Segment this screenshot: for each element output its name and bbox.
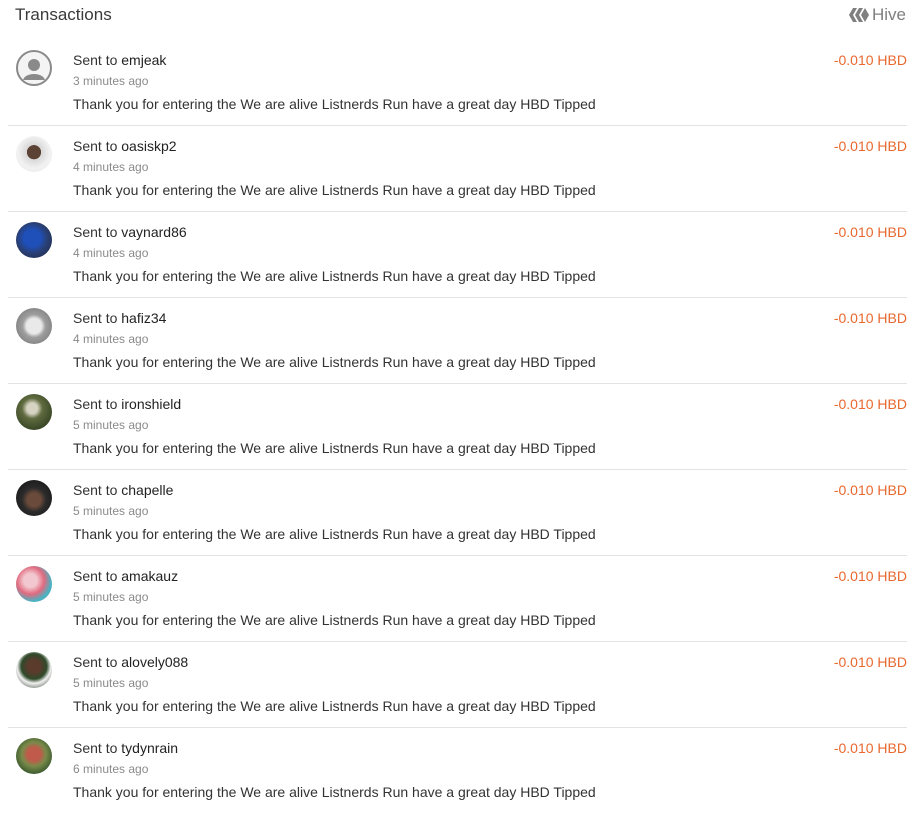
amount: -0.010 HBD bbox=[833, 52, 907, 68]
transactions-header: Transactions Hive bbox=[0, 0, 919, 32]
brand-label: Hive bbox=[871, 5, 906, 24]
memo: Thank you for entering the We are alive … bbox=[73, 784, 596, 800]
prefix: Sent to bbox=[73, 654, 118, 670]
amount: -0.010 HBD bbox=[833, 138, 907, 154]
amount: -0.010 HBD bbox=[833, 224, 907, 240]
amount: -0.010 HBD bbox=[833, 482, 907, 498]
recipient-link[interactable]: tydynrain bbox=[121, 740, 178, 756]
amount: -0.010 HBD bbox=[833, 654, 907, 670]
transaction-title: Sent to vaynard86 bbox=[73, 224, 187, 240]
recipient-link[interactable]: vaynard86 bbox=[121, 224, 186, 240]
transaction-row[interactable]: Sent to chapelle 5 minutes ago Thank you… bbox=[8, 470, 907, 556]
amount: -0.010 HBD bbox=[833, 396, 907, 412]
timestamp: 5 minutes ago bbox=[73, 418, 149, 432]
amount: -0.010 HBD bbox=[833, 740, 907, 756]
page-title: Transactions bbox=[15, 5, 112, 24]
memo: Thank you for entering the We are alive … bbox=[73, 182, 596, 198]
transaction-title: Sent to tydynrain bbox=[73, 740, 178, 756]
recipient-link[interactable]: amakauz bbox=[121, 568, 178, 584]
recipient-link[interactable]: alovely088 bbox=[121, 654, 188, 670]
transaction-row[interactable]: Sent to hafiz34 4 minutes ago Thank you … bbox=[8, 298, 907, 384]
timestamp: 4 minutes ago bbox=[73, 332, 149, 346]
prefix: Sent to bbox=[73, 52, 118, 68]
avatar[interactable] bbox=[16, 652, 52, 688]
amount: -0.010 HBD bbox=[833, 310, 907, 326]
prefix: Sent to bbox=[73, 310, 118, 326]
hive-brand[interactable]: Hive bbox=[848, 5, 906, 25]
avatar[interactable] bbox=[16, 308, 52, 344]
amount: -0.010 HBD bbox=[833, 568, 907, 584]
transaction-title: Sent to hafiz34 bbox=[73, 310, 166, 326]
timestamp: 5 minutes ago bbox=[73, 676, 149, 690]
timestamp: 3 minutes ago bbox=[73, 74, 149, 88]
transaction-title: Sent to emjeak bbox=[73, 52, 166, 68]
timestamp: 4 minutes ago bbox=[73, 246, 149, 260]
transaction-row[interactable]: Sent to oasiskp2 4 minutes ago Thank you… bbox=[8, 126, 907, 212]
prefix: Sent to bbox=[73, 138, 118, 154]
user-icon bbox=[23, 59, 45, 80]
memo: Thank you for entering the We are alive … bbox=[73, 96, 596, 112]
recipient-link[interactable]: ironshield bbox=[121, 396, 181, 412]
memo: Thank you for entering the We are alive … bbox=[73, 698, 596, 714]
prefix: Sent to bbox=[73, 482, 118, 498]
prefix: Sent to bbox=[73, 224, 118, 240]
prefix: Sent to bbox=[73, 396, 118, 412]
transaction-title: Sent to chapelle bbox=[73, 482, 173, 498]
transaction-row[interactable]: Sent to emjeak 3 minutes ago Thank you f… bbox=[8, 40, 907, 126]
transaction-title: Sent to amakauz bbox=[73, 568, 178, 584]
transaction-row[interactable]: Sent to tydynrain 6 minutes ago Thank yo… bbox=[8, 728, 907, 814]
transaction-row[interactable]: Sent to ironshield 5 minutes ago Thank y… bbox=[8, 384, 907, 470]
memo: Thank you for entering the We are alive … bbox=[73, 268, 596, 284]
hive-logo-icon bbox=[848, 7, 869, 23]
avatar[interactable] bbox=[16, 222, 52, 258]
recipient-link[interactable]: emjeak bbox=[121, 52, 166, 68]
avatar[interactable] bbox=[16, 394, 52, 430]
avatar[interactable] bbox=[16, 480, 52, 516]
timestamp: 5 minutes ago bbox=[73, 504, 149, 518]
timestamp: 5 minutes ago bbox=[73, 590, 149, 604]
recipient-link[interactable]: oasiskp2 bbox=[121, 138, 176, 154]
avatar[interactable] bbox=[16, 738, 52, 774]
avatar[interactable] bbox=[16, 566, 52, 602]
transaction-row[interactable]: Sent to alovely088 5 minutes ago Thank y… bbox=[8, 642, 907, 728]
avatar[interactable] bbox=[16, 136, 52, 172]
recipient-link[interactable]: chapelle bbox=[121, 482, 173, 498]
transaction-title: Sent to ironshield bbox=[73, 396, 181, 412]
prefix: Sent to bbox=[73, 740, 118, 756]
recipient-link[interactable]: hafiz34 bbox=[121, 310, 166, 326]
timestamp: 6 minutes ago bbox=[73, 762, 149, 776]
prefix: Sent to bbox=[73, 568, 118, 584]
transaction-row[interactable]: Sent to amakauz 5 minutes ago Thank you … bbox=[8, 556, 907, 642]
transaction-list: Sent to emjeak 3 minutes ago Thank you f… bbox=[0, 40, 919, 814]
transaction-row[interactable]: Sent to vaynard86 4 minutes ago Thank yo… bbox=[8, 212, 907, 298]
timestamp: 4 minutes ago bbox=[73, 160, 149, 174]
memo: Thank you for entering the We are alive … bbox=[73, 440, 596, 456]
memo: Thank you for entering the We are alive … bbox=[73, 526, 596, 542]
transaction-title: Sent to alovely088 bbox=[73, 654, 188, 670]
memo: Thank you for entering the We are alive … bbox=[73, 354, 596, 370]
memo: Thank you for entering the We are alive … bbox=[73, 612, 596, 628]
transaction-title: Sent to oasiskp2 bbox=[73, 138, 177, 154]
avatar[interactable] bbox=[16, 50, 52, 86]
